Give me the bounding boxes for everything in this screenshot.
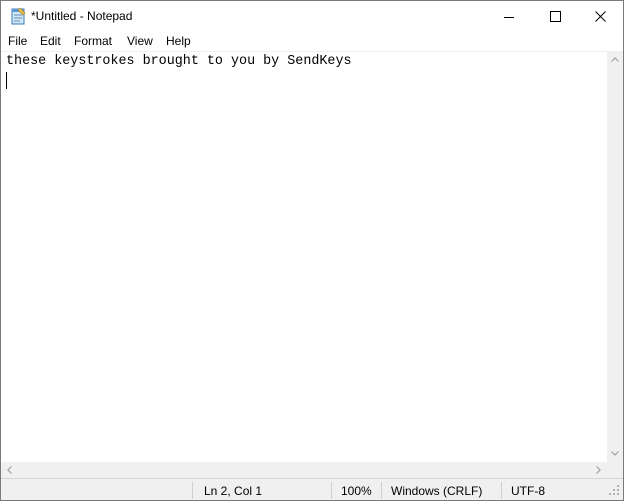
encoding: UTF-8	[511, 484, 545, 498]
status-divider	[501, 482, 502, 499]
minimize-button[interactable]	[486, 1, 532, 32]
line-ending: Windows (CRLF)	[391, 484, 483, 498]
editor-line-1[interactable]: these keystrokes brought to you by SendK…	[6, 54, 352, 70]
chevron-up-icon	[611, 57, 619, 62]
zoom-level: 100%	[341, 484, 372, 498]
scroll-up-button[interactable]	[607, 51, 623, 68]
horizontal-scrollbar[interactable]	[1, 462, 607, 478]
status-divider	[331, 482, 332, 499]
menu-help[interactable]: Help	[166, 34, 191, 48]
menu-format[interactable]: Format	[74, 34, 112, 48]
title-bar[interactable]: *Untitled - Notepad	[1, 1, 623, 32]
chevron-down-icon	[611, 451, 619, 456]
text-caret	[6, 72, 7, 89]
menu-edit[interactable]: Edit	[40, 34, 61, 48]
maximize-button[interactable]	[532, 1, 578, 32]
menu-file[interactable]: File	[8, 34, 27, 48]
close-button[interactable]	[577, 1, 623, 32]
status-divider	[381, 482, 382, 499]
text-editor[interactable]: these keystrokes brought to you by SendK…	[1, 51, 607, 463]
scroll-right-button[interactable]	[590, 462, 607, 478]
vertical-scrollbar[interactable]	[607, 51, 623, 462]
status-divider	[192, 482, 193, 499]
menu-view[interactable]: View	[127, 34, 153, 48]
maximize-icon	[549, 11, 561, 22]
scroll-left-button[interactable]	[1, 462, 18, 478]
minimize-icon	[504, 16, 514, 18]
notepad-window: *Untitled - Notepad File Edit Format Vie…	[0, 0, 624, 501]
chevron-right-icon	[596, 466, 601, 474]
scroll-down-button[interactable]	[607, 445, 623, 462]
notepad-icon	[10, 7, 27, 25]
status-bar: Ln 2, Col 1 100% Windows (CRLF) UTF-8	[1, 478, 623, 500]
resize-grip-icon[interactable]	[607, 483, 621, 497]
menu-bar: File Edit Format View Help	[1, 32, 623, 51]
window-title: *Untitled - Notepad	[31, 9, 133, 23]
chevron-left-icon	[7, 466, 12, 474]
close-icon	[594, 11, 606, 22]
cursor-position: Ln 2, Col 1	[204, 484, 263, 498]
scrollbar-corner	[607, 462, 623, 478]
